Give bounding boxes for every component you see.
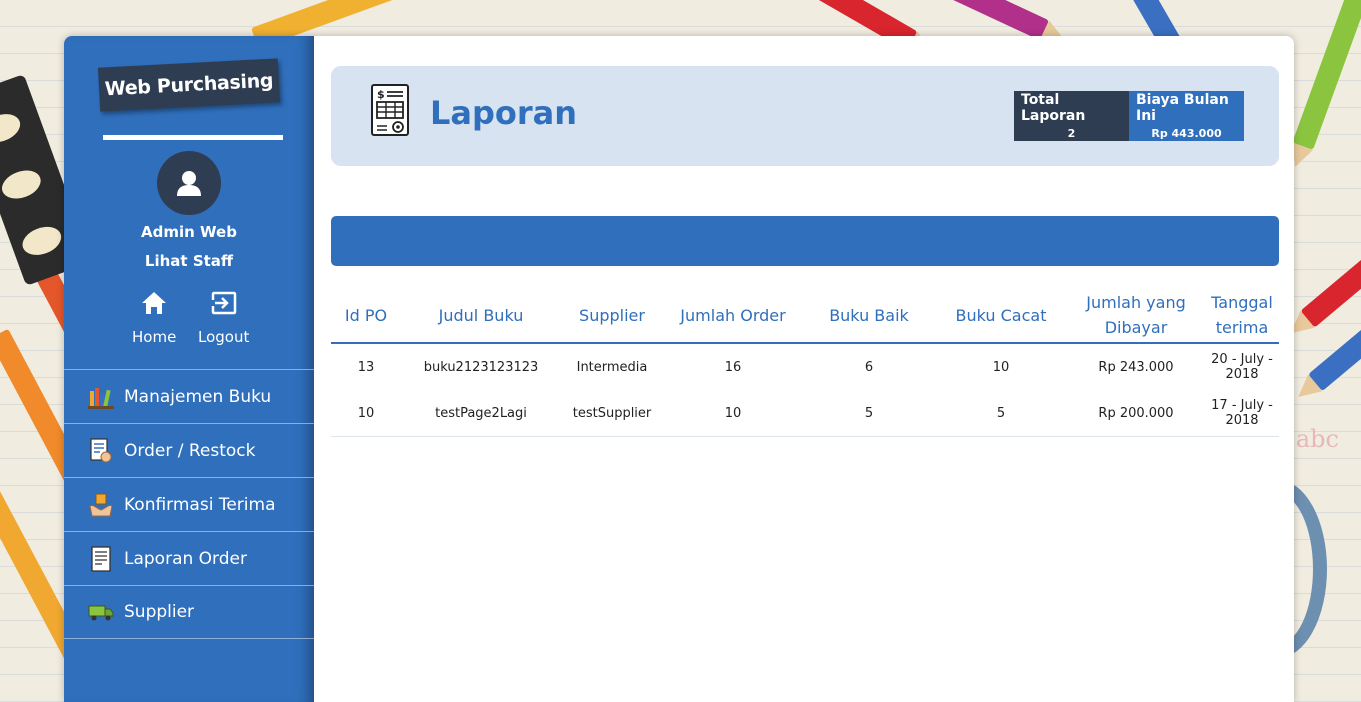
table-row: 13 buku2123123123 Intermedia 16 6 10 Rp … [331,343,1279,390]
cell-supplier: Intermedia [576,359,648,375]
column-header-jumlah-dibayar: Jumlah yang Dibayar [1067,288,1205,344]
menu-label: Manajemen Buku [124,386,272,407]
menu-item-supplier[interactable]: Supplier [64,585,314,639]
logout-button[interactable]: Logout [198,291,249,346]
stat-title: Biaya Bulan Ini [1136,92,1229,124]
column-header-tanggal-terima: Tanggal terima [1205,288,1279,344]
cell-jumlah-order: 16 [724,359,742,375]
cell-buku-cacat: 5 [935,390,1067,437]
logout-label: Logout [198,328,250,346]
avatar [157,151,221,215]
menu-item-konfirmasi-terima[interactable]: Konfirmasi Terima [64,477,314,531]
cell-supplier: testSupplier [561,390,663,437]
cell-judul-buku: testPage2Lagi [401,390,561,437]
app-window: Web Purchasing Admin Web Lihat Staff Hom… [64,36,1294,702]
menu-item-manajemen-buku[interactable]: Manajemen Buku [64,369,314,423]
section-banner [331,216,1279,266]
summary-stats: Total Laporan 2 Biaya Bulan Ini Rp 443.0… [1014,91,1244,141]
home-label: Home [132,328,177,346]
cell-jumlah-order: 10 [663,390,803,437]
table-row: 10 testPage2Lagi testSupplier 10 5 5 Rp … [331,390,1279,437]
menu-item-laporan-order[interactable]: Laporan Order [64,531,314,585]
invoice-report-icon: $ [371,84,409,136]
sidebar-menu: Manajemen Buku Order / Restock Konfirmas… [64,369,314,639]
user-icon [177,171,201,196]
brand-divider [103,135,283,140]
stat-value: 2 [1067,127,1076,140]
brand-logo[interactable]: Web Purchasing [97,58,281,112]
column-header-jumlah-order: Jumlah Order [663,288,803,344]
sidebar: Web Purchasing Admin Web Lihat Staff Hom… [64,36,314,702]
table-header-row: Id PO Judul Buku Supplier Jumlah Order B… [331,288,1279,344]
brand-label: Web Purchasing [104,69,274,101]
view-staff-link[interactable]: Lihat Staff [64,252,314,270]
stat-total-laporan: Total Laporan 2 [1014,91,1129,141]
cell-buku-baik: 6 [864,359,874,375]
cell-judul-buku: buku2123123123 [423,359,539,375]
order-form-icon [88,437,114,464]
menu-label: Supplier [124,602,195,622]
column-header-buku-baik: Buku Baik [803,288,935,344]
menu-label: Laporan Order [124,548,247,569]
cell-id-po: 13 [357,359,375,375]
menu-label: Konfirmasi Terima [124,494,276,515]
cell-tanggal-terima: 17 - July - 2018 [1205,390,1279,437]
menu-item-order-restock[interactable]: Order / Restock [64,423,314,477]
page-header: $ Laporan Total Laporan 2 Biaya Bulan In… [331,66,1279,166]
books-icon [88,384,114,410]
cell-jumlah-dibayar: Rp 200.000 [1067,390,1205,437]
column-header-supplier: Supplier [561,288,663,344]
cell-jumlah-dibayar: Rp 243.000 [1098,359,1174,375]
stat-biaya-bulan-ini: Biaya Bulan Ini Rp 443.000 [1129,91,1244,141]
hands-package-icon [88,492,114,518]
cell-buku-cacat: 10 [992,359,1010,375]
svg-text:$: $ [377,88,385,101]
column-header-buku-cacat: Buku Cacat [935,288,1067,344]
user-name: Admin Web [141,223,237,241]
cell-tanggal-terima: 20 - July - 2018 [1211,352,1273,382]
cell-id-po: 10 [331,390,401,437]
cell-buku-baik: 5 [803,390,935,437]
page-title: Laporan [430,94,578,132]
report-document-icon [88,545,114,572]
home-button[interactable]: Home [132,291,176,346]
delivery-truck-icon [88,599,114,625]
stat-value: Rp 443.000 [1151,127,1222,140]
column-header-id-po: Id PO [331,288,401,344]
report-table: Id PO Judul Buku Supplier Jumlah Order B… [331,288,1279,437]
stat-title: Total Laporan [1021,92,1086,124]
column-header-judul-buku: Judul Buku [401,288,561,344]
home-icon [142,292,167,314]
logout-icon [210,291,236,315]
menu-label: Order / Restock [124,440,256,461]
